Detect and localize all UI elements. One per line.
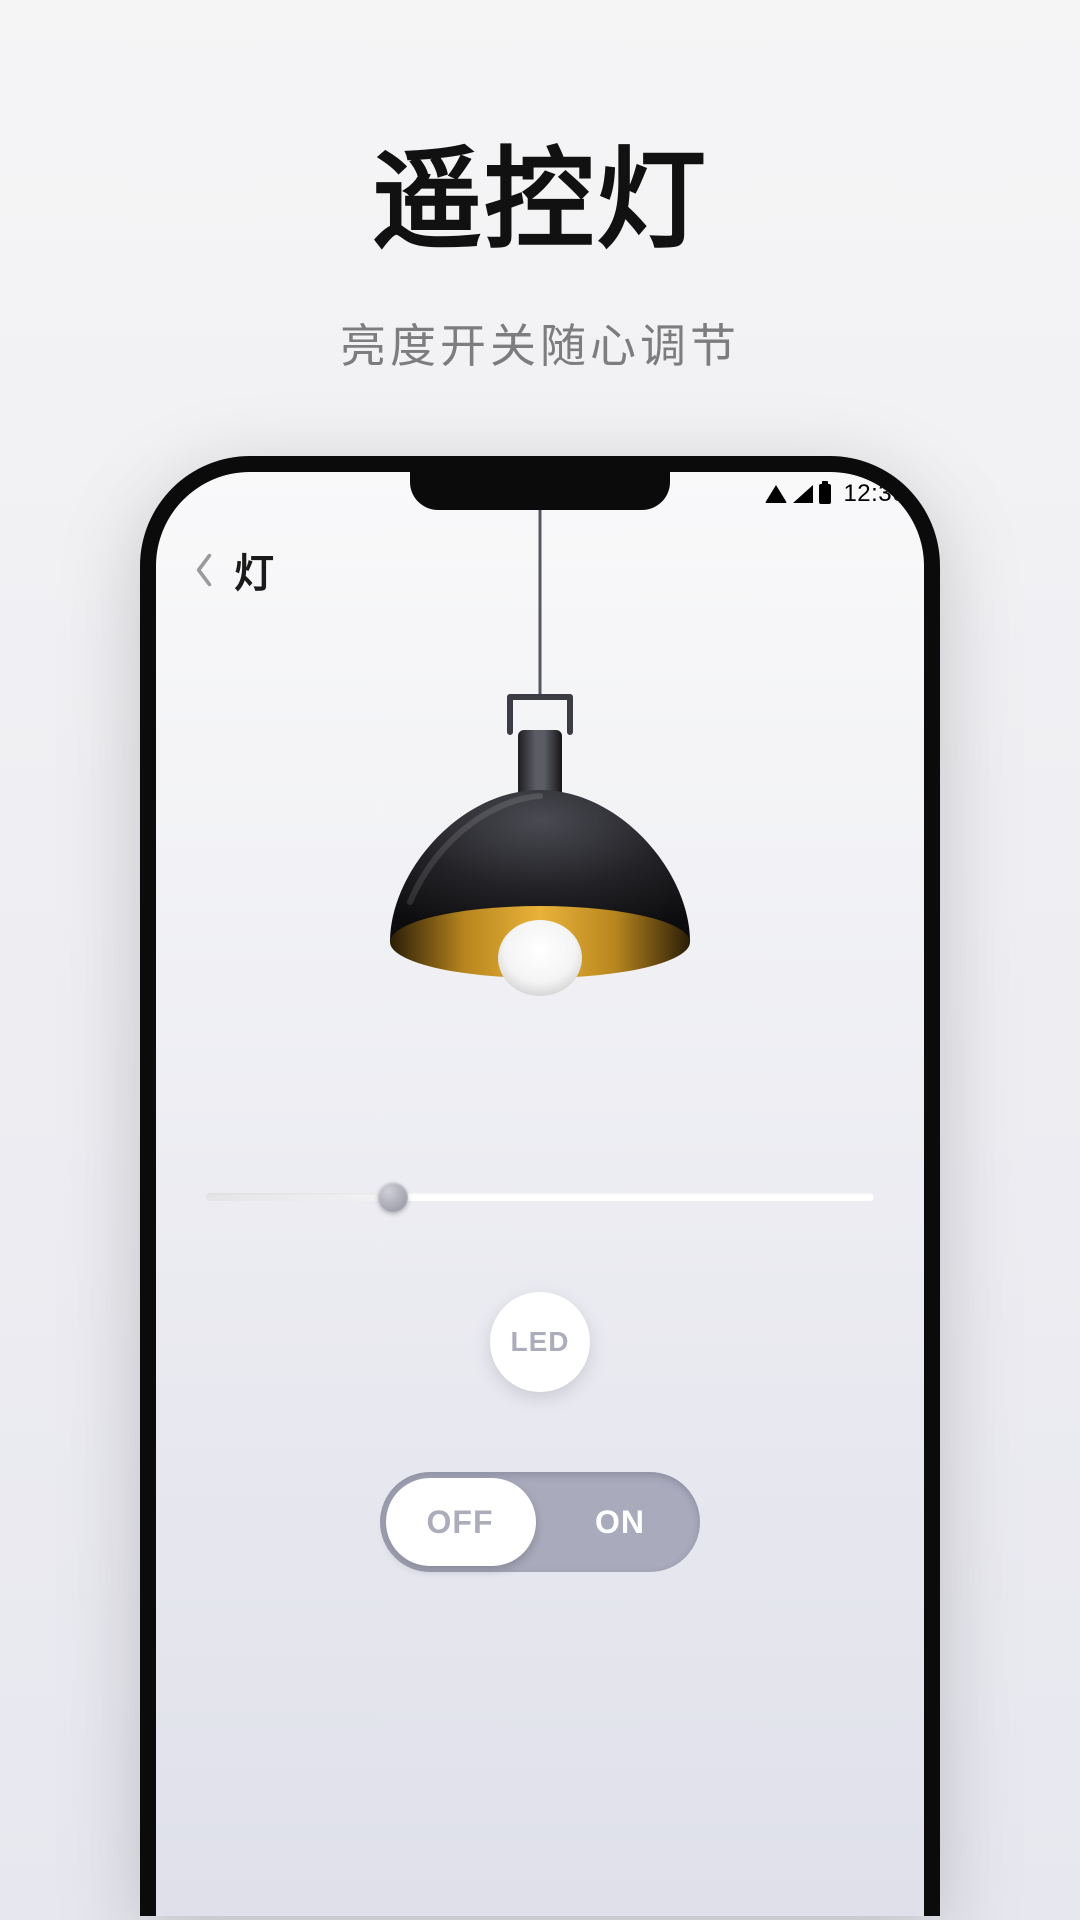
screen-header: 灯 [156,540,924,600]
promo-title: 遥控灯 [372,110,708,270]
toggle-on-label: ON [540,1504,700,1541]
slider-track [206,1193,874,1201]
slider-thumb[interactable] [378,1182,408,1212]
brightness-slider[interactable] [206,1182,874,1212]
wifi-icon [765,485,787,503]
screen-title: 灯 [234,541,274,599]
toggle-off-label: OFF [380,1504,540,1541]
power-toggle[interactable]: OFF ON [380,1472,700,1572]
cellular-signal-icon [793,485,813,503]
phone-mockup: 12:30 灯 [140,456,940,1916]
led-mode-button[interactable]: LED [490,1292,590,1392]
slider-fill [206,1193,393,1201]
led-label: LED [511,1326,570,1358]
status-clock: 12:30 [843,480,906,508]
promo-subtitle: 亮度开关随心调节 [340,310,740,376]
chevron-left-icon [193,552,215,588]
battery-icon [819,484,831,504]
back-button[interactable] [182,548,226,592]
phone-notch [410,472,670,510]
